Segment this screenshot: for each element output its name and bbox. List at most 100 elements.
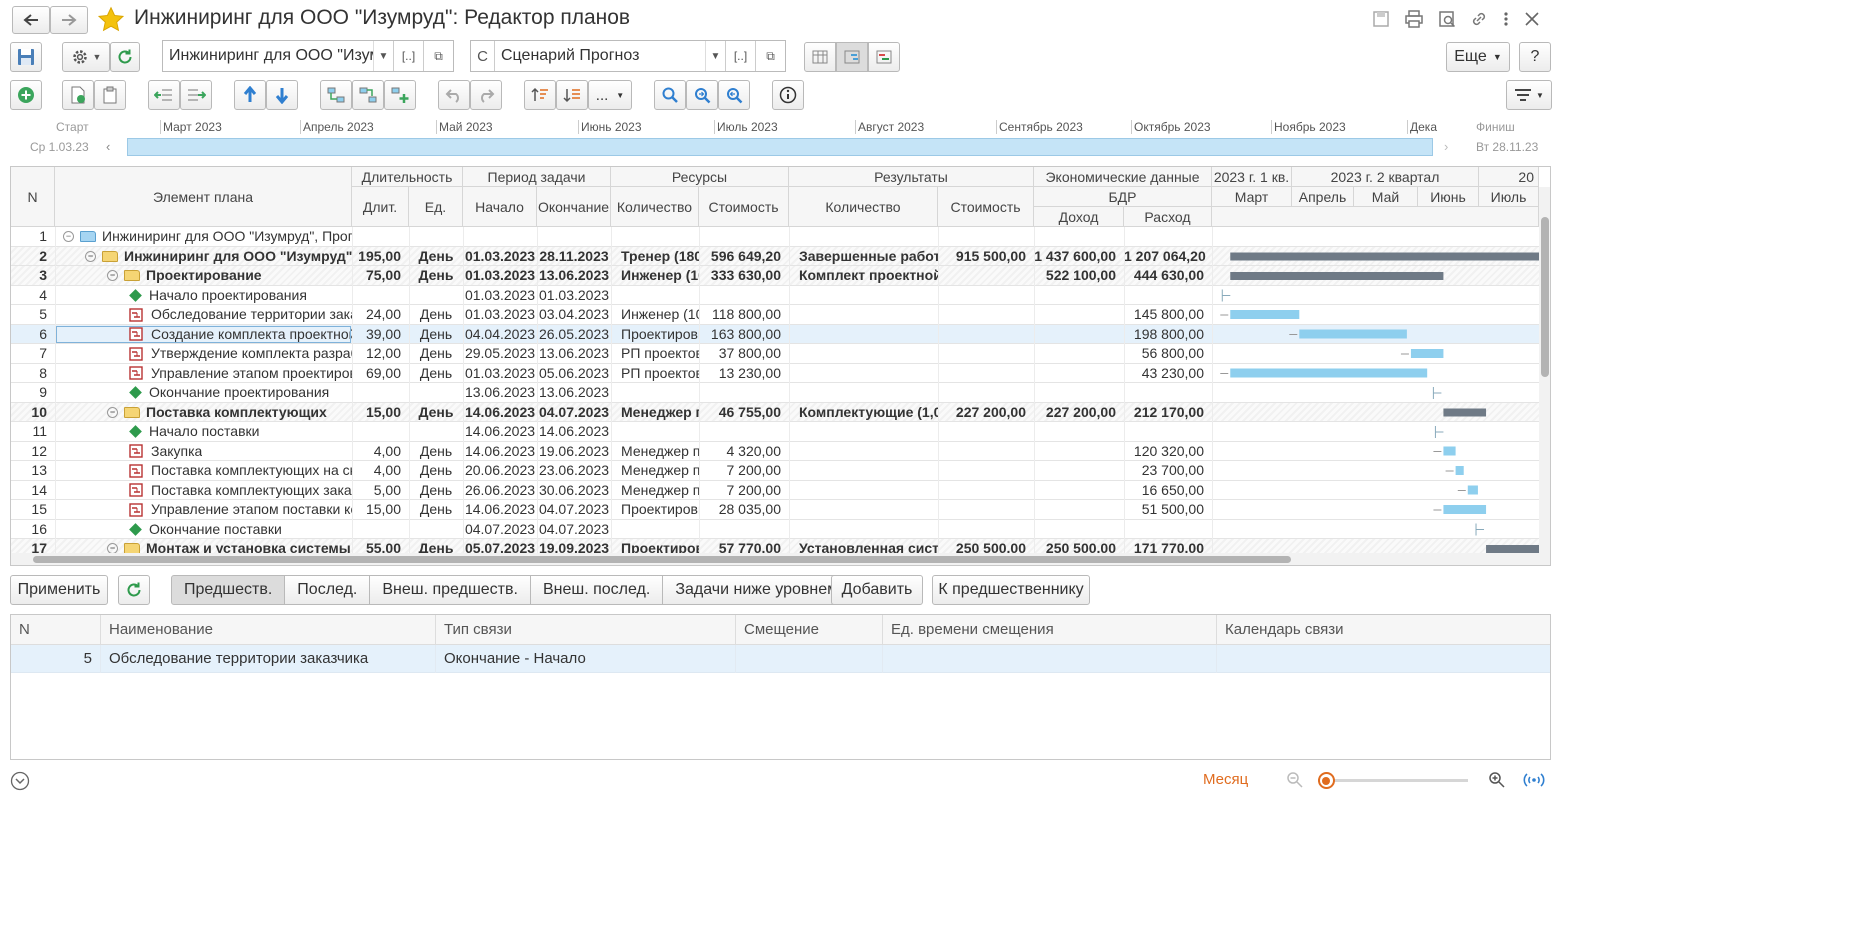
links-header-cell[interactable]: Смещение: [736, 615, 883, 645]
gantt-task-bar[interactable]: [1467, 485, 1478, 495]
timeline-scroll-left-icon[interactable]: ‹: [106, 139, 110, 154]
gantt-milestone-marker[interactable]: [1432, 387, 1442, 399]
cell-element[interactable]: Начало проектирования: [55, 286, 352, 306]
link-icon[interactable]: [1470, 10, 1488, 28]
vertical-scrollbar[interactable]: [1539, 187, 1550, 565]
info-button[interactable]: [772, 80, 804, 110]
sort-button[interactable]: [524, 80, 556, 110]
move-up-button[interactable]: [234, 80, 266, 110]
link-tab[interactable]: Внеш. предшеств.: [369, 575, 531, 605]
cell-element[interactable]: Окончание проектирования: [55, 383, 352, 403]
view-gantt-button[interactable]: [868, 42, 900, 72]
save-button[interactable]: [10, 42, 42, 72]
print-icon[interactable]: [1404, 10, 1424, 28]
collapse-toggle-icon[interactable]: −: [107, 270, 118, 282]
header-n[interactable]: N: [11, 167, 55, 227]
more-vertical-icon[interactable]: [1502, 10, 1510, 28]
more-button[interactable]: Еще ▼: [1446, 42, 1510, 72]
cell-element[interactable]: Утверждение комплекта разраб: [55, 344, 352, 364]
add-link-button[interactable]: [384, 80, 416, 110]
find-button[interactable]: [654, 80, 686, 110]
horizontal-scrollbar[interactable]: [11, 553, 1539, 565]
timeline-range-bar[interactable]: [127, 138, 1433, 156]
header-income[interactable]: Доход: [1034, 207, 1124, 227]
cell-element[interactable]: Окончание поставки: [55, 520, 352, 540]
cell-element[interactable]: − Инжиниринг для ООО "Изумруд", Прогнозны…: [55, 227, 352, 247]
help-button[interactable]: ?: [1519, 42, 1551, 72]
plan-open-icon[interactable]: ⧉: [423, 41, 453, 71]
cell-element[interactable]: Закупка: [55, 442, 352, 462]
links-header-cell[interactable]: Календарь связи: [1217, 615, 1550, 645]
gantt-summary-bar[interactable]: [1230, 252, 1539, 261]
header-expense[interactable]: Расход: [1124, 207, 1212, 227]
back-button[interactable]: [12, 6, 50, 34]
find-next-button[interactable]: [686, 80, 718, 110]
header-unit[interactable]: Ед.: [409, 187, 463, 227]
copy-task-button[interactable]: [62, 80, 94, 110]
gantt-summary-bar[interactable]: [1486, 545, 1539, 553]
header-res-cost[interactable]: Стоимость: [699, 187, 789, 227]
gantt-summary-bar[interactable]: [1230, 272, 1444, 280]
more-actions-button[interactable]: ... ▼: [588, 80, 632, 110]
cell-element[interactable]: Управление этапом поставки ко: [55, 500, 352, 520]
link-tab[interactable]: Предшеств.: [171, 575, 286, 605]
scenario-open-icon[interactable]: ⧉: [755, 41, 785, 71]
links-header-cell[interactable]: Ед. времени смещения: [883, 615, 1217, 645]
cell-element[interactable]: Поставка комплектующих заказ: [55, 481, 352, 501]
link-tab[interactable]: Внеш. послед.: [529, 575, 664, 605]
gantt-milestone-marker[interactable]: [1475, 523, 1485, 536]
cell-element[interactable]: Создание комплекта проектной: [55, 325, 352, 345]
zoom-out-icon[interactable]: [1286, 771, 1304, 789]
redo-button[interactable]: [470, 80, 502, 110]
close-icon[interactable]: [1524, 10, 1540, 28]
cell-element[interactable]: Начало поставки: [55, 422, 352, 442]
zoom-slider[interactable]: [1318, 779, 1468, 782]
collapse-toggle-icon[interactable]: −: [107, 406, 118, 418]
add-link-row-button[interactable]: Добавить: [831, 575, 923, 605]
collapse-toggle-icon[interactable]: −: [63, 231, 74, 243]
cell-element[interactable]: − Инжиниринг для ООО "Изумруд": [55, 247, 352, 267]
apply-button[interactable]: Применить: [10, 575, 108, 605]
time-scale-label[interactable]: Месяц: [1203, 771, 1248, 788]
header-start[interactable]: Начало: [463, 187, 537, 227]
save-disk-icon[interactable]: [1372, 10, 1390, 28]
gantt-task-bar[interactable]: [1230, 310, 1300, 319]
link-tab[interactable]: Задачи ниже уровнем: [662, 575, 852, 605]
link-tab[interactable]: Послед.: [284, 575, 371, 605]
refresh-button[interactable]: [110, 42, 140, 72]
view-gantt-table-button[interactable]: [836, 42, 868, 72]
gantt-task-bar[interactable]: [1230, 368, 1428, 378]
gantt-milestone-marker[interactable]: [1434, 426, 1444, 438]
cell-element[interactable]: Поставка комплектующих на ск: [55, 461, 352, 481]
links-header-cell[interactable]: N: [11, 615, 101, 645]
scenario-field[interactable]: С Сценарий Прогноз ▼ [..] ⧉: [470, 40, 786, 72]
gantt-task-bar[interactable]: [1410, 349, 1444, 358]
cell-element[interactable]: − Поставка комплектующих: [55, 403, 352, 423]
scenario-select-button[interactable]: [..]: [725, 41, 755, 71]
collapse-panel-icon[interactable]: [10, 771, 30, 791]
settings-button[interactable]: ▼: [62, 42, 110, 72]
favorite-star-icon[interactable]: [96, 6, 126, 34]
view-table-button[interactable]: [804, 42, 836, 72]
to-predecessor-button[interactable]: К предшественнику: [932, 575, 1090, 605]
links-table-row[interactable]: 5 Обследование территории заказчика Оконча…: [11, 645, 1550, 673]
gantt-summary-bar[interactable]: [1443, 408, 1487, 417]
undo-button[interactable]: [438, 80, 470, 110]
links-header-cell[interactable]: Тип связи: [436, 615, 736, 645]
plan-select-button[interactable]: [..]: [393, 41, 423, 71]
header-res-qty[interactable]: Количество: [611, 187, 699, 227]
forward-button[interactable]: [50, 6, 88, 34]
find-prev-button[interactable]: [718, 80, 750, 110]
filter-button[interactable]: ▼: [1506, 80, 1552, 110]
scenario-dropdown-icon[interactable]: ▼: [705, 41, 725, 71]
cell-element[interactable]: Обследование территории заказ: [55, 305, 352, 325]
zoom-in-icon[interactable]: [1488, 771, 1506, 789]
timeline-scroll-right-icon[interactable]: ›: [1444, 139, 1448, 154]
plan-field[interactable]: Инжиниринг для ООО "Изумруд" ▼ [..] ⧉: [162, 40, 454, 72]
vertical-scroll-thumb[interactable]: [1541, 217, 1549, 377]
horizontal-scroll-thumb[interactable]: [33, 556, 1291, 563]
unlink-tasks-button[interactable]: [352, 80, 384, 110]
move-down-button[interactable]: [266, 80, 298, 110]
gantt-task-bar[interactable]: [1299, 329, 1407, 339]
gantt-task-bar[interactable]: [1443, 446, 1456, 456]
